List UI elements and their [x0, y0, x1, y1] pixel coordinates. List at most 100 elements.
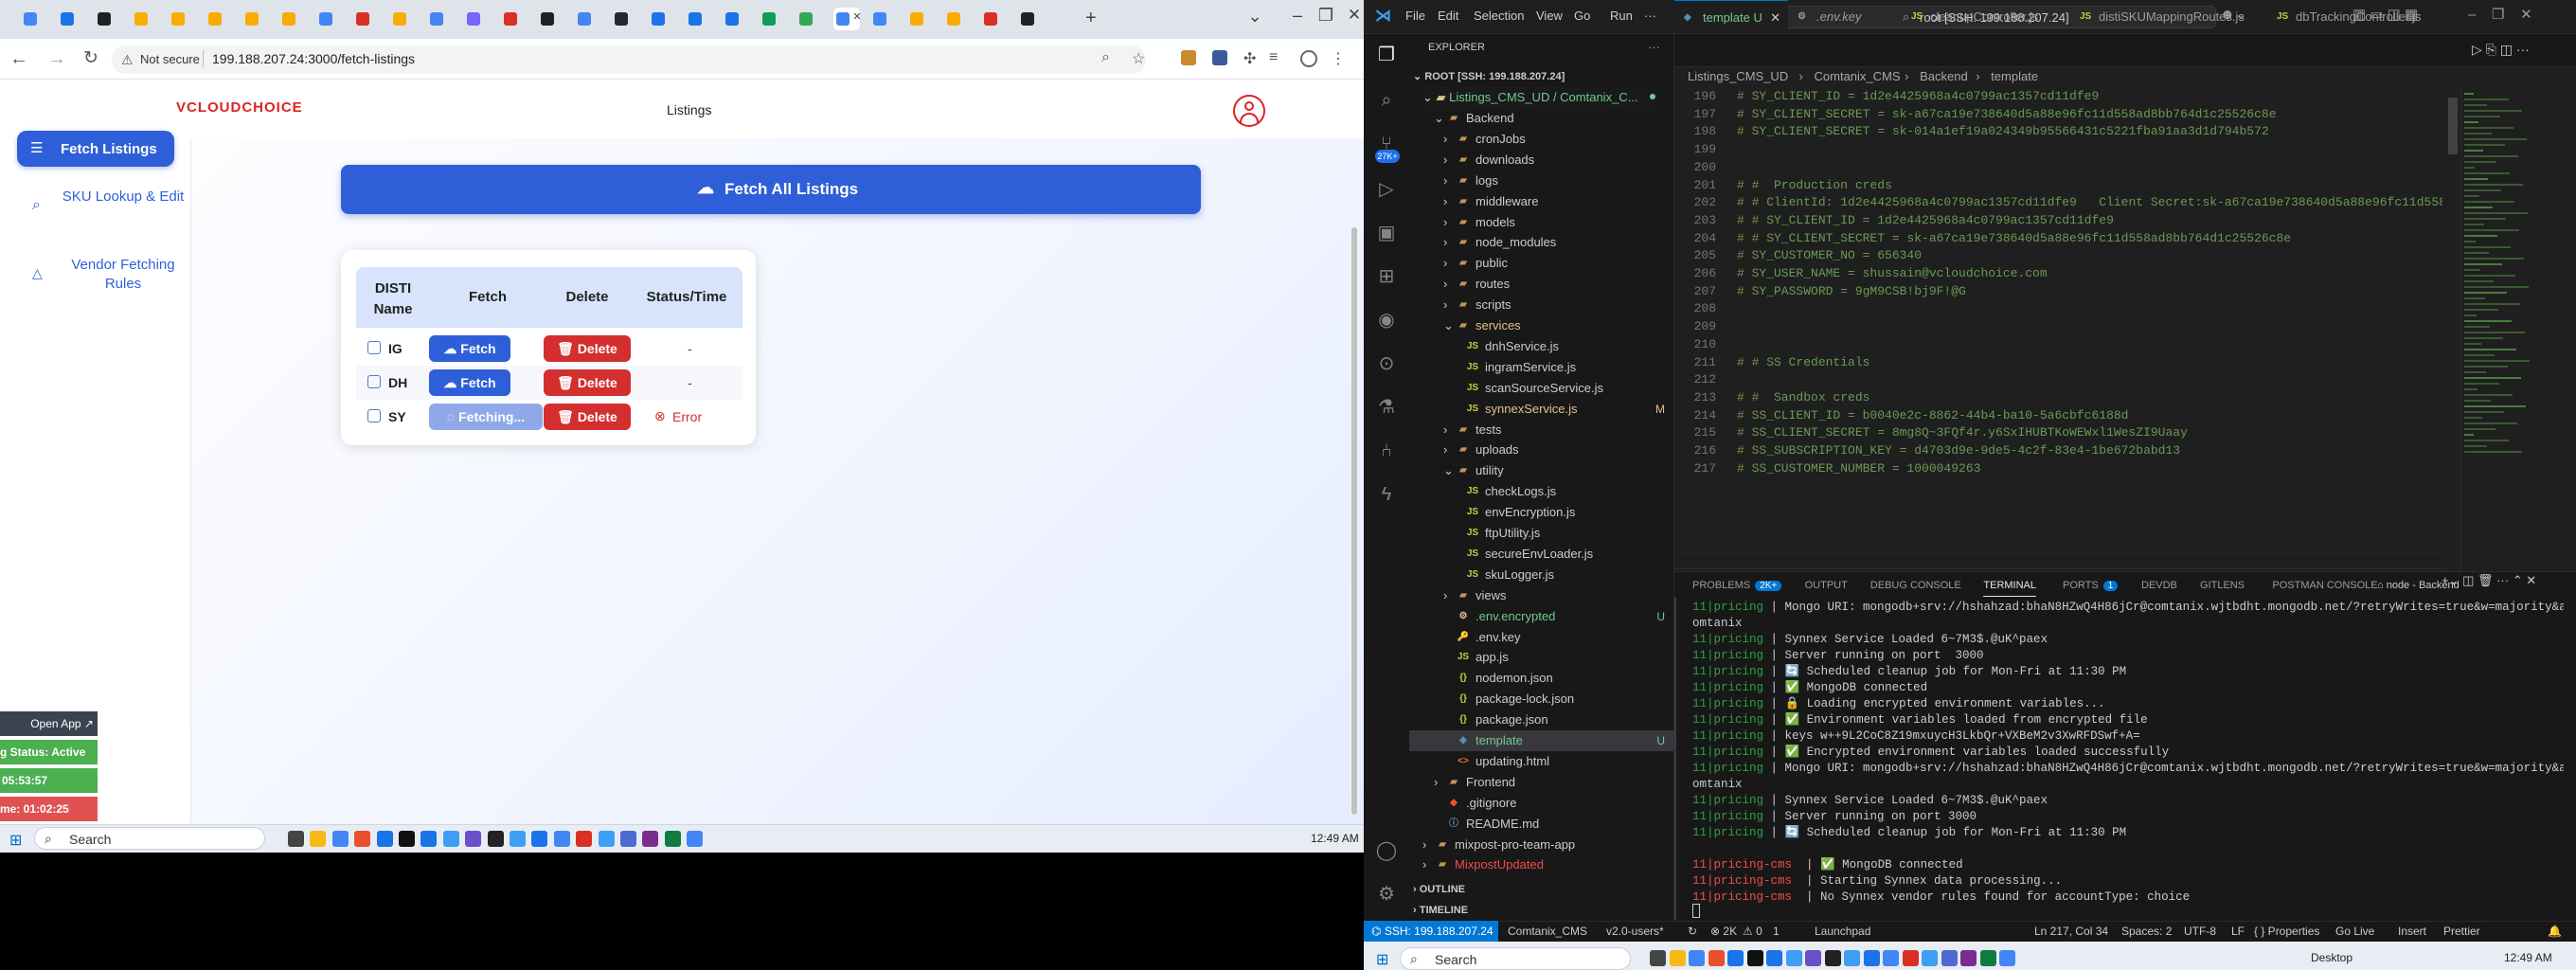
extension-icon[interactable] [1181, 50, 1196, 65]
taskbar-app-icon[interactable] [510, 831, 526, 847]
code-line[interactable]: # SY_CLIENT_SECRET = sk-a67ca19e738640d5… [1737, 107, 2442, 121]
tree-item[interactable]: › ▰ public [1409, 253, 1674, 274]
taskbar-app-icon[interactable] [442, 831, 459, 847]
account-icon[interactable]: ◯ [1375, 839, 1398, 862]
browser-tab[interactable] [907, 8, 927, 30]
search-view-icon[interactable]: ⌕ [1375, 89, 1398, 112]
tree-item[interactable]: ⚙ .env.encrypted U [1409, 606, 1674, 627]
taskbar-app-icon[interactable] [465, 831, 482, 847]
browser-tab[interactable] [169, 8, 188, 30]
tree-item[interactable]: › ▰ scripts [1409, 295, 1674, 315]
launchpad-indicator[interactable]: Launchpad [1815, 921, 1870, 942]
browser-tab[interactable] [686, 8, 706, 30]
delete-button[interactable]: 🗑 Delete [544, 404, 631, 430]
chrome-menu-icon[interactable]: ⋮ [1331, 49, 1346, 68]
tag-indicator[interactable]: v2.0-users* [1606, 921, 1664, 942]
browser-tab[interactable] [464, 8, 484, 30]
browser-tab[interactable] [279, 8, 299, 30]
tree-item[interactable]: › ▰ uploads [1409, 440, 1674, 460]
browser-tab[interactable] [612, 8, 632, 30]
code-line[interactable]: # SY_CLIENT_ID = 1d2e4425968a4c0799ac135… [1737, 89, 2442, 103]
code-line[interactable]: # SY_PASSWORD = 9gM9CSB!bj9F!@G [1737, 284, 2442, 298]
browser-tab[interactable] [58, 8, 78, 30]
taskbar-app-icon[interactable] [1844, 950, 1860, 966]
tree-item[interactable]: <> updating.html [1409, 751, 1674, 772]
delete-button[interactable]: 🗑 Delete [544, 335, 631, 362]
not-secure-label[interactable]: Not secure [140, 52, 200, 66]
taskbar-app-icon[interactable] [664, 831, 681, 847]
timeline-section[interactable]: › TIMELINE [1413, 900, 1468, 921]
taskbar-app-icon[interactable] [1902, 950, 1919, 966]
editor-actions[interactable]: ▷ ⎘ ◫ ··· [2472, 42, 2530, 58]
tree-item[interactable]: JS dnhService.js [1409, 336, 1674, 357]
browser-tab[interactable] [242, 8, 262, 30]
taskbar-app-icon[interactable] [1669, 950, 1686, 966]
delete-button[interactable]: 🗑 Delete [544, 369, 631, 396]
taskbar-app-icon[interactable] [1650, 950, 1666, 966]
taskbar-app-icon[interactable] [1689, 950, 1705, 966]
code-line[interactable]: # # SS Credentials [1737, 355, 2442, 369]
tree-item[interactable]: JS secureEnvLoader.js [1409, 544, 1674, 565]
tree-item[interactable]: › ▰ MixpostUpdated [1409, 854, 1674, 875]
browser-tab[interactable] [796, 8, 816, 30]
terminal-actions[interactable]: +⌄ ◫ 🗑 ··· ⌃ ✕ [2442, 573, 2536, 588]
tree-item[interactable]: › ▰ downloads [1409, 150, 1674, 171]
run-debug-icon[interactable]: ▷ [1375, 178, 1398, 201]
menu-file[interactable]: File [1405, 9, 1425, 23]
taskbar-search[interactable]: ⌕ Search [1400, 947, 1631, 970]
taskbar-app-icon[interactable] [1708, 950, 1725, 966]
code-line[interactable]: # SY_CLIENT_SECRET = sk-014a1ef19a024349… [1737, 124, 2442, 138]
browser-tab[interactable] [316, 8, 336, 30]
tree-item[interactable]: ◆ .gitignore [1409, 793, 1674, 814]
taskbar-app-icon[interactable] [1960, 950, 1977, 966]
back-icon[interactable]: ← [8, 48, 30, 69]
sync-icon[interactable]: ↻ [1688, 921, 1697, 942]
browser-tab[interactable] [538, 8, 558, 30]
project-folder[interactable]: ⌄ ▰ Listings_CMS_UD / Comtanix_C... [1422, 87, 1659, 108]
taskbar-app-icon[interactable] [1805, 950, 1821, 966]
browser-tab[interactable] [390, 8, 410, 30]
browser-tab-active[interactable]: ✕ [833, 8, 862, 30]
code-editor[interactable] [1674, 88, 2460, 571]
ports-indicator[interactable]: 1 [1773, 921, 1780, 942]
browser-tab[interactable] [723, 8, 742, 30]
bookmark-star-icon[interactable]: ☆ [1132, 49, 1145, 68]
tree-item[interactable]: › ▰ mixpost-pro-team-app [1409, 835, 1674, 855]
taskbar-app-icon[interactable] [310, 831, 327, 847]
notifications-bell-icon[interactable]: 🔔 [2548, 921, 2562, 942]
tab-search-icon[interactable]: ⌄ [1241, 7, 1269, 27]
panel-tab[interactable]: PROBLEMS 2K+ [1692, 574, 1782, 597]
sidebar-item-fetch-listings[interactable]: ☰ Fetch Listings [17, 131, 174, 167]
panel-tab[interactable]: DEBUG CONSOLE [1870, 574, 1961, 597]
browser-tab[interactable] [21, 8, 41, 30]
extensions-icon[interactable]: ⊞ [1375, 265, 1398, 288]
taskbar-app-icon[interactable] [1824, 950, 1841, 966]
sidebar-item-sku-lookup[interactable]: ⌕ SKU Lookup & Edit [17, 186, 184, 229]
go-live-button[interactable]: Go Live [2335, 921, 2374, 942]
user-avatar-icon[interactable] [1233, 95, 1265, 127]
tree-item[interactable]: › ▰ tests [1409, 420, 1674, 440]
page-scrollbar[interactable] [1351, 227, 1358, 815]
tree-item[interactable]: ⌄ ▰ utility [1409, 460, 1674, 481]
code-line[interactable]: # SY_USER_NAME = shussain@vcloudchoice.c… [1737, 266, 2442, 280]
menu-edit[interactable]: Edit [1438, 9, 1458, 23]
zoom-icon[interactable]: ⌕ [1101, 49, 1110, 66]
taskbar-app-icon[interactable] [1766, 950, 1782, 966]
branch-indicator[interactable]: Comtanix_CMS [1508, 921, 1587, 942]
taskbar-app-icon[interactable] [687, 831, 704, 847]
editor-tab[interactable]: JS cleanupController.js [1902, 0, 2070, 33]
breadcrumb-item[interactable]: Comtanix_CMS [1815, 69, 1901, 83]
extension-icon[interactable] [1212, 50, 1227, 65]
taskbar-app-icon[interactable] [1979, 950, 1996, 966]
cursor-position[interactable]: Ln 217, Col 34 [2034, 921, 2108, 942]
tree-item[interactable]: › ▰ routes [1409, 274, 1674, 295]
taskbar-app-icon[interactable] [1727, 950, 1744, 966]
taskbar-app-icon[interactable] [598, 831, 615, 847]
menu-selection[interactable]: Selection [1474, 9, 1524, 23]
tree-item[interactable]: ⌄ ▰ services [1409, 315, 1674, 336]
browser-tab[interactable] [353, 8, 373, 30]
tree-item[interactable]: ⓘ README.md [1409, 814, 1674, 835]
browser-tab[interactable] [1018, 8, 1038, 30]
prettier-indicator[interactable]: Prettier [2443, 921, 2480, 942]
taskbar-app-icon[interactable] [642, 831, 659, 847]
